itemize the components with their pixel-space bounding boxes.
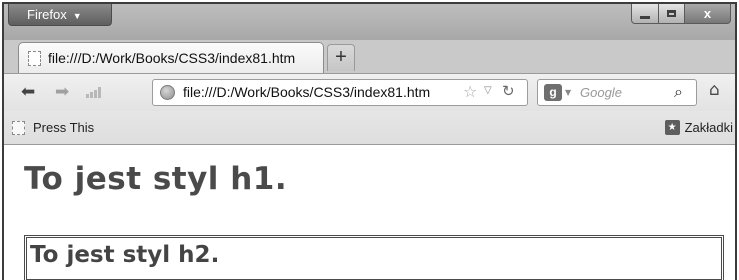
signal-icon bbox=[86, 87, 101, 98]
reload-icon[interactable]: ↻ bbox=[502, 82, 515, 100]
firefox-menu-label: Firefox bbox=[27, 7, 67, 22]
browser-window: Firefox ▼ x file:///D:/Work/Books/CSS3/in… bbox=[2, 2, 737, 280]
bookmark-star-icon: ★ bbox=[664, 120, 680, 135]
heading-h1: To jest styl h1. bbox=[24, 161, 288, 197]
window-controls: x bbox=[631, 4, 731, 24]
back-arrow-icon[interactable]: ⬅ bbox=[21, 82, 35, 102]
close-button[interactable]: x bbox=[685, 4, 731, 24]
search-input[interactable]: Google bbox=[580, 85, 622, 100]
minimize-icon bbox=[640, 15, 650, 19]
home-icon[interactable]: ⌂ bbox=[709, 80, 720, 100]
tab-label: file:///D:/Work/Books/CSS3/index81.htm bbox=[48, 50, 296, 66]
page-content: To jest styl h1. To jest styl h2. bbox=[4, 145, 735, 280]
navigation-toolbar: ⬅ ➡ file:///D:/Work/Books/CSS3/index81.h… bbox=[4, 73, 735, 112]
address-bar[interactable]: file:///D:/Work/Books/CSS3/index81.htm ☆… bbox=[152, 79, 528, 106]
bookmarks-toolbar: Press This ★ Zakładki bbox=[4, 111, 735, 145]
bookmark-item-press-this[interactable]: Press This bbox=[12, 120, 94, 135]
close-icon: x bbox=[703, 6, 712, 21]
star-icon[interactable]: ☆ bbox=[463, 82, 477, 101]
chevron-down-icon: ▼ bbox=[72, 11, 82, 21]
search-engine-icon[interactable]: g bbox=[544, 84, 562, 101]
maximize-button[interactable] bbox=[659, 4, 685, 24]
title-bar: Firefox ▼ x bbox=[4, 4, 735, 40]
chevron-down-icon[interactable]: ▼ bbox=[565, 88, 571, 97]
firefox-menu-button[interactable]: Firefox ▼ bbox=[8, 4, 112, 26]
heading-h2-box: To jest styl h2. bbox=[24, 235, 724, 280]
heading-h2: To jest styl h2. bbox=[30, 242, 220, 268]
maximize-icon bbox=[667, 10, 676, 17]
bookmarks-menu-label: Zakładki bbox=[684, 120, 733, 135]
minimize-button[interactable] bbox=[631, 4, 659, 24]
search-bar[interactable]: g ▼ Google ⌕ bbox=[537, 79, 697, 106]
search-icon[interactable]: ⌕ bbox=[674, 82, 683, 102]
page-icon bbox=[28, 50, 41, 66]
new-tab-button[interactable]: + bbox=[327, 44, 355, 71]
globe-icon bbox=[160, 85, 175, 100]
url-dropdown-icon[interactable]: ▽ bbox=[484, 85, 492, 96]
address-url: file:///D:/Work/Books/CSS3/index81.htm bbox=[183, 84, 431, 100]
page-icon bbox=[12, 120, 25, 135]
bookmarks-menu-button[interactable]: ★ Zakładki bbox=[664, 120, 733, 135]
forward-arrow-icon[interactable]: ➡ bbox=[55, 82, 69, 102]
bookmark-label: Press This bbox=[33, 120, 95, 135]
tab-active[interactable]: file:///D:/Work/Books/CSS3/index81.htm bbox=[18, 42, 324, 73]
